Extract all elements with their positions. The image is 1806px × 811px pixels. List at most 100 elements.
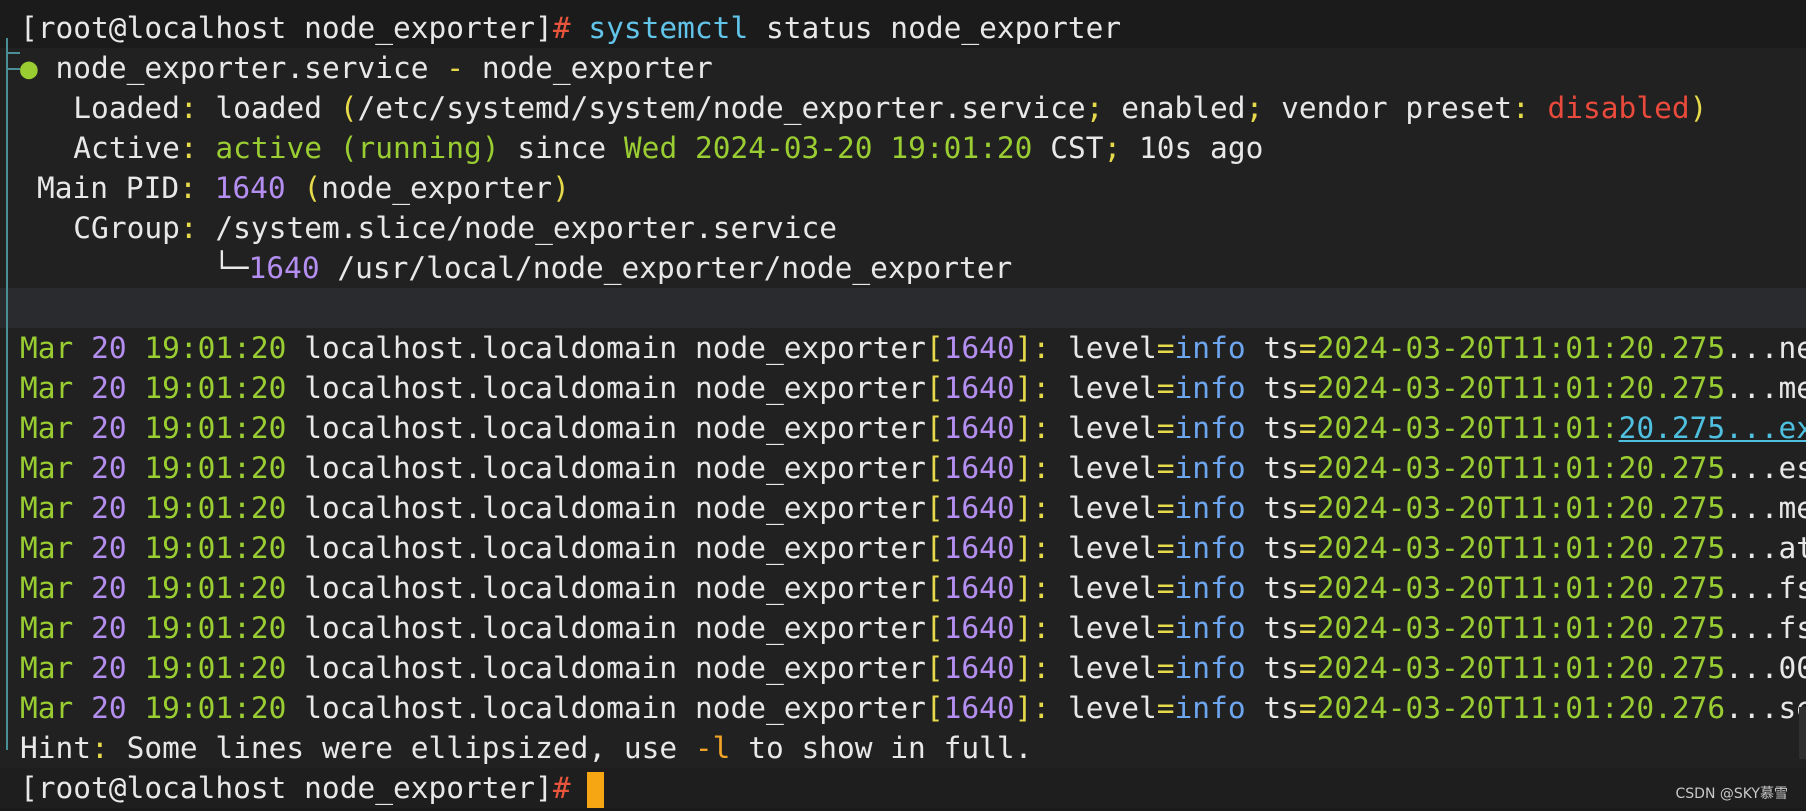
log-ts: 2024-03-20T11:01:20.275 bbox=[1316, 651, 1726, 685]
log-ts: 2024-03-20T11:01: bbox=[1316, 411, 1619, 445]
log-month: Mar bbox=[20, 491, 74, 525]
log-host: localhost.localdomain bbox=[304, 691, 678, 725]
log-line: Mar 20 19:01:20 localhost.localdomain no… bbox=[0, 488, 1806, 528]
log-ts: 2024-03-20T11:01:20.275 bbox=[1316, 331, 1726, 365]
cgroup-line: CGroup: /system.slice/node_exporter.serv… bbox=[0, 208, 1806, 248]
log-level-val: info bbox=[1174, 651, 1246, 685]
log-level-val: info bbox=[1174, 491, 1246, 525]
log-month: Mar bbox=[20, 451, 74, 485]
log-line: Mar 20 19:01:20 localhost.localdomain no… bbox=[0, 528, 1806, 568]
prompt-text-2: [root@localhost node_exporter] bbox=[20, 771, 553, 805]
timezone: CST bbox=[1050, 131, 1104, 165]
blank-line bbox=[0, 288, 1806, 328]
log-level-key: level bbox=[1067, 371, 1157, 405]
log-tail: ...me bbox=[1725, 371, 1806, 405]
status-unit-line: ● node_exporter.service - node_exporter bbox=[0, 48, 1806, 88]
log-proc: node_exporter bbox=[694, 331, 926, 365]
log-tail: ...fs bbox=[1725, 571, 1806, 605]
log-day: 20 bbox=[91, 571, 127, 605]
scrollbar-thumb[interactable] bbox=[1799, 707, 1806, 759]
prompt-hash: # bbox=[552, 11, 571, 45]
mainpid-line: Main PID: 1640 (node_exporter) bbox=[0, 168, 1806, 208]
log-level-key: level bbox=[1067, 651, 1157, 685]
vendor-label: vendor preset bbox=[1281, 91, 1512, 125]
hint-flag: -l bbox=[694, 731, 731, 765]
tree-pid: 1640 bbox=[248, 251, 320, 285]
log-host: localhost.localdomain bbox=[304, 331, 678, 365]
log-level-key: level bbox=[1067, 691, 1157, 725]
log-tail: ...me bbox=[1725, 491, 1806, 525]
log-time: 19:01:20 bbox=[144, 491, 287, 525]
log-pid: 1640 bbox=[943, 491, 1015, 525]
log-day: 20 bbox=[91, 411, 127, 445]
log-pid: 1640 bbox=[943, 411, 1015, 445]
log-host: localhost.localdomain bbox=[304, 571, 678, 605]
log-day: 20 bbox=[91, 491, 127, 525]
log-time: 19:01:20 bbox=[144, 451, 287, 485]
log-level-val: info bbox=[1174, 571, 1246, 605]
log-day: 20 bbox=[91, 611, 127, 645]
prompt-text: [root@localhost node_exporter] bbox=[20, 11, 553, 45]
log-ts-key: ts bbox=[1263, 611, 1299, 645]
hint-prefix: Hint bbox=[20, 731, 92, 765]
loaded-line: Loaded: loaded (/etc/systemd/system/node… bbox=[0, 88, 1806, 128]
log-month: Mar bbox=[20, 331, 74, 365]
log-ts-link[interactable]: 20.275...ex bbox=[1619, 411, 1806, 445]
log-level-key: level bbox=[1067, 411, 1157, 445]
log-level-val: info bbox=[1174, 411, 1246, 445]
log-level-key: level bbox=[1067, 331, 1157, 365]
log-host: localhost.localdomain bbox=[304, 491, 678, 525]
log-time: 19:01:20 bbox=[144, 371, 287, 405]
log-tail: ...fs bbox=[1725, 611, 1806, 645]
log-line: Mar 20 19:01:20 localhost.localdomain no… bbox=[0, 688, 1806, 728]
log-ts: 2024-03-20T11:01:20.275 bbox=[1316, 371, 1726, 405]
log-time: 19:01:20 bbox=[144, 411, 287, 445]
log-time: 19:01:20 bbox=[144, 531, 287, 565]
mainpid-name: node_exporter bbox=[321, 171, 553, 205]
log-day: 20 bbox=[91, 451, 127, 485]
log-tail: ...ne bbox=[1725, 331, 1806, 365]
hint-line: Hint: Some lines were ellipsized, use -l… bbox=[0, 728, 1806, 768]
log-ts: 2024-03-20T11:01:20.275 bbox=[1316, 531, 1726, 565]
log-ts: 2024-03-20T11:01:20.276 bbox=[1316, 691, 1726, 725]
log-ts: 2024-03-20T11:01:20.275 bbox=[1316, 451, 1726, 485]
text-cursor bbox=[586, 771, 604, 808]
log-line: Mar 20 19:01:20 localhost.localdomain no… bbox=[0, 408, 1806, 448]
log-proc: node_exporter bbox=[694, 651, 926, 685]
unit-dash: - bbox=[446, 51, 465, 85]
log-level-key: level bbox=[1067, 531, 1157, 565]
unit-name: node_exporter.service bbox=[55, 51, 429, 85]
loaded-path: /etc/systemd/system/node_exporter.servic… bbox=[357, 91, 1086, 125]
hint-text-b: to show in full. bbox=[730, 731, 1033, 765]
status-dot-icon: ● bbox=[20, 51, 38, 85]
log-host: localhost.localdomain bbox=[304, 611, 678, 645]
watermark: CSDN @SKY慕雪 bbox=[1675, 786, 1789, 802]
hint-text-a: Some lines were ellipsized, use bbox=[108, 731, 695, 765]
log-ts-key: ts bbox=[1263, 691, 1299, 725]
log-ts: 2024-03-20T11:01:20.275 bbox=[1316, 571, 1726, 605]
log-level-key: level bbox=[1067, 451, 1157, 485]
log-proc: node_exporter bbox=[694, 491, 926, 525]
loaded-label: Loaded bbox=[73, 91, 180, 125]
log-pid: 1640 bbox=[943, 451, 1015, 485]
prompt-line[interactable]: [root@localhost node_exporter]# bbox=[0, 768, 1806, 808]
terminal-window[interactable]: [root@localhost node_exporter]# systemct… bbox=[0, 0, 1806, 811]
log-line: Mar 20 19:01:20 localhost.localdomain no… bbox=[0, 608, 1806, 648]
fold-guide bbox=[6, 38, 20, 750]
mainpid-label: Main PID bbox=[37, 171, 180, 205]
cgroup-value: /system.slice/node_exporter.service bbox=[215, 211, 838, 245]
log-ts: 2024-03-20T11:01:20.275 bbox=[1316, 611, 1726, 645]
since-time: Wed 2024-03-20 19:01:20 bbox=[623, 131, 1033, 165]
log-day: 20 bbox=[91, 691, 127, 725]
log-month: Mar bbox=[20, 611, 74, 645]
command-args: status node_exporter bbox=[765, 11, 1122, 45]
log-day: 20 bbox=[91, 651, 127, 685]
log-day: 20 bbox=[91, 531, 127, 565]
log-level-key: level bbox=[1067, 571, 1157, 605]
log-month: Mar bbox=[20, 531, 74, 565]
log-ts-key: ts bbox=[1263, 531, 1299, 565]
log-time: 19:01:20 bbox=[144, 691, 287, 725]
log-level-val: info bbox=[1174, 531, 1246, 565]
tree-path: /usr/local/node_exporter/node_exporter bbox=[337, 251, 1013, 285]
log-time: 19:01:20 bbox=[144, 571, 287, 605]
